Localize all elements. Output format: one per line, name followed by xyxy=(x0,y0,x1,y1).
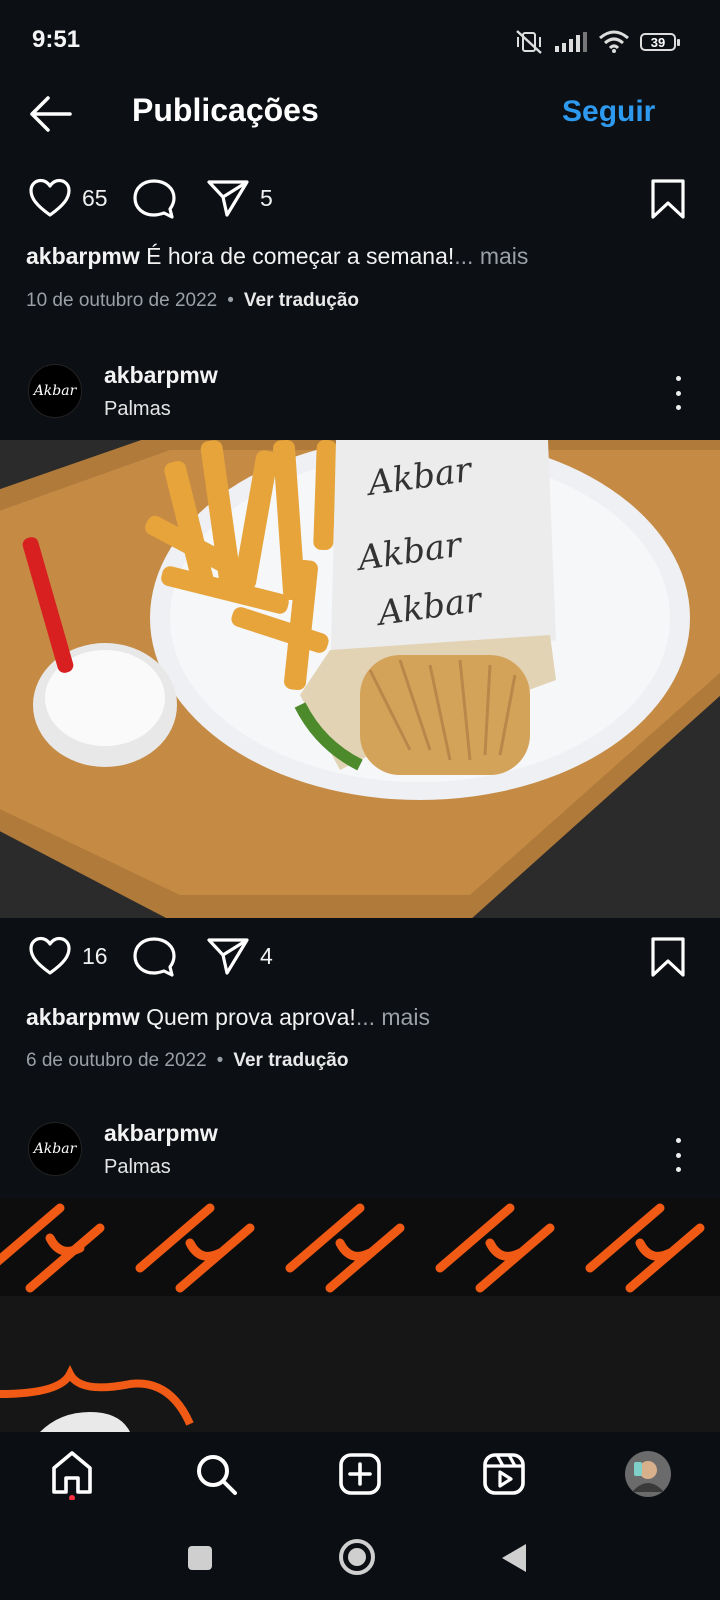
bookmark-icon xyxy=(651,179,685,219)
post-date: 10 de outubro de 2022 xyxy=(26,290,218,311)
share-button[interactable]: 4 xyxy=(206,936,273,976)
post-caption: akbarpmw É hora de começar a semana!... … xyxy=(26,243,528,270)
food-photo: Akbar Akbar Akbar xyxy=(0,440,720,918)
separator-dot: • xyxy=(227,290,234,311)
like-count: 16 xyxy=(82,942,108,969)
status-time: 9:51 xyxy=(32,26,81,53)
search-icon xyxy=(197,1455,237,1495)
more-link[interactable]: ... mais xyxy=(454,243,528,269)
wifi-icon xyxy=(599,30,629,53)
post-location[interactable]: Palmas xyxy=(104,1156,171,1179)
more-link[interactable]: ... mais xyxy=(356,1004,430,1030)
post-actions: 65 5 xyxy=(0,170,720,230)
like-button[interactable]: 65 xyxy=(28,178,108,218)
post-header: Akbar akbarpmw Palmas xyxy=(0,1110,720,1190)
avatar[interactable]: Akbar xyxy=(28,1122,82,1176)
share-button[interactable]: 5 xyxy=(206,178,273,218)
post-username[interactable]: akbarpmw xyxy=(104,362,218,389)
recents-button[interactable] xyxy=(186,1544,214,1577)
bookmark-icon xyxy=(651,937,685,977)
post-date: 6 de outubro de 2022 xyxy=(26,1050,207,1071)
post-meta: 10 de outubro de 2022 • Ver tradução xyxy=(26,290,359,312)
save-button[interactable] xyxy=(650,936,686,978)
post-actions: 16 4 xyxy=(0,930,720,990)
nav-reels[interactable] xyxy=(478,1448,530,1500)
home-system-button[interactable] xyxy=(338,1538,376,1581)
square-icon xyxy=(188,1546,212,1570)
share-count: 5 xyxy=(260,184,273,211)
vibrate-off-icon xyxy=(516,30,542,54)
send-icon xyxy=(207,180,249,217)
create-icon xyxy=(339,1453,381,1495)
triangle-back-icon xyxy=(502,1544,526,1572)
nav-home[interactable] xyxy=(46,1448,98,1500)
caption-username[interactable]: akbarpmw xyxy=(26,1004,140,1030)
send-icon xyxy=(207,938,249,975)
reels-icon xyxy=(483,1453,525,1495)
like-button[interactable]: 16 xyxy=(28,936,108,976)
caption-text: É hora de começar a semana! xyxy=(139,243,455,269)
translate-link[interactable]: Ver tradução xyxy=(244,290,359,311)
post-meta: 6 de outubro de 2022 • Ver tradução xyxy=(26,1050,348,1072)
brand-pattern-image xyxy=(0,1198,720,1432)
heart-icon xyxy=(29,936,71,975)
nav-create[interactable] xyxy=(334,1448,386,1500)
post-location[interactable]: Palmas xyxy=(104,398,171,421)
nav-search[interactable] xyxy=(190,1448,242,1500)
post-header: Akbar akbarpmw Palmas xyxy=(0,352,720,432)
comment-button[interactable] xyxy=(132,178,176,220)
comment-button[interactable] xyxy=(132,936,176,978)
back-button[interactable] xyxy=(26,92,76,136)
post-username[interactable]: akbarpmw xyxy=(104,1120,218,1147)
profile-avatar xyxy=(625,1451,671,1497)
caption-username[interactable]: akbarpmw xyxy=(26,243,140,269)
caption-text: Quem prova aprova! xyxy=(139,1004,356,1030)
post-image[interactable]: Akbar Akbar Akbar xyxy=(0,440,720,918)
nav-profile[interactable] xyxy=(622,1448,674,1500)
follow-button[interactable]: Seguir xyxy=(562,95,655,129)
circle-icon xyxy=(339,1539,375,1575)
comment-icon xyxy=(133,937,176,977)
comment-icon xyxy=(133,179,176,219)
post-image[interactable] xyxy=(0,1198,720,1432)
back-system-button[interactable] xyxy=(500,1542,528,1579)
heart-icon xyxy=(29,178,71,217)
avatar[interactable]: Akbar xyxy=(28,364,82,418)
arrow-left-icon xyxy=(30,96,72,132)
more-options-icon[interactable] xyxy=(673,376,683,410)
home-icon xyxy=(52,1451,92,1500)
battery-indicator: 39 xyxy=(640,33,680,51)
post-caption: akbarpmw Quem prova aprova!... mais xyxy=(26,1004,430,1031)
more-options-icon[interactable] xyxy=(673,1138,683,1172)
separator-dot: • xyxy=(216,1050,224,1071)
status-icons: 39 xyxy=(514,28,680,56)
signal-icon xyxy=(555,32,587,52)
like-count: 65 xyxy=(82,184,108,211)
save-button[interactable] xyxy=(650,178,686,220)
share-count: 4 xyxy=(260,942,273,969)
translate-link[interactable]: Ver tradução xyxy=(233,1050,348,1071)
page-title: Publicações xyxy=(132,92,319,128)
